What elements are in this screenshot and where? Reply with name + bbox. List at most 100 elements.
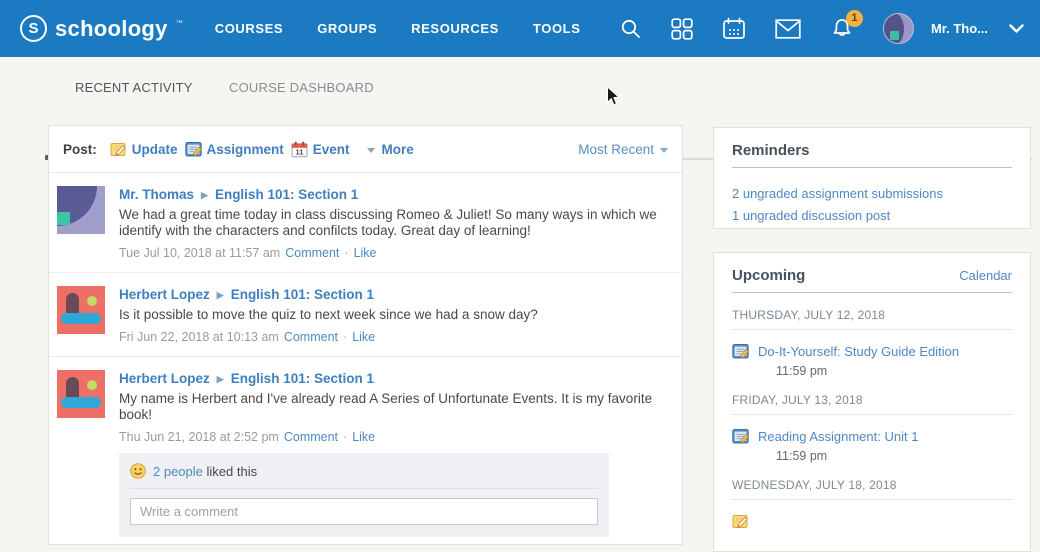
avatar-shape: [87, 380, 97, 390]
calendar-link[interactable]: Calendar: [959, 268, 1012, 283]
app-grid-icon[interactable]: [671, 18, 693, 40]
assignment-icon: [185, 141, 202, 158]
breadcrumb-arrow-icon: ▶: [201, 187, 208, 203]
nav-item-resources[interactable]: RESOURCES: [411, 21, 499, 36]
liked-by-link[interactable]: 2 people: [153, 464, 203, 479]
upcoming-item-time: 11:59 pm: [776, 364, 1012, 378]
sort-label: Most Recent: [578, 142, 654, 157]
svg-text:11: 11: [295, 147, 303, 156]
upcoming-item: [714, 513, 1030, 530]
nav-item-courses[interactable]: COURSES: [215, 21, 284, 36]
upcoming-day-header: THURSDAY, JULY 12, 2018: [714, 308, 1030, 322]
divider: [732, 414, 1012, 415]
logo-trademark: ™: [176, 20, 183, 27]
upcoming-item-link[interactable]: Do-It-Yourself: Study Guide Edition: [758, 344, 959, 359]
like-link[interactable]: Like: [352, 330, 375, 344]
post-timestamp: Fri Jun 22, 2018 at 10:13 am: [119, 330, 279, 344]
reminders-card: Reminders 2 ungraded assignment submissi…: [713, 127, 1031, 229]
composer-assignment-label[interactable]: Assignment: [207, 142, 284, 157]
post-author-link[interactable]: Herbert Lopez: [119, 287, 210, 303]
comment-link[interactable]: Comment: [284, 330, 338, 344]
comment-link[interactable]: Comment: [285, 246, 339, 260]
feed-post: Herbert Lopez ▶ English 101: Section 1 I…: [49, 273, 682, 357]
post-body: We had a great time today in class discu…: [119, 207, 667, 239]
composer-more[interactable]: More: [357, 142, 414, 157]
tab-course-dashboard[interactable]: COURSE DASHBOARD: [229, 80, 374, 95]
post-author-link[interactable]: Herbert Lopez: [119, 371, 210, 387]
event-icon: 11: [291, 141, 308, 158]
smiley-face-icon: [130, 463, 146, 479]
calendar-icon[interactable]: [722, 17, 746, 41]
breadcrumb-arrow-icon: ▶: [217, 371, 224, 387]
liked-suffix: liked this: [207, 464, 258, 479]
post-author-link[interactable]: Mr. Thomas: [119, 187, 194, 203]
search-icon[interactable]: [620, 18, 642, 40]
reminders-title: Reminders: [732, 142, 810, 159]
post-course-link[interactable]: English 101: Section 1: [215, 187, 358, 203]
likes-and-comment-section: 2 people liked this: [119, 453, 609, 537]
avatar-shape: [890, 31, 899, 40]
post-course-link[interactable]: English 101: Section 1: [231, 287, 374, 303]
upcoming-item-time: 11:59 pm: [776, 449, 1012, 463]
navbar-right: 1 Mr. Tho...: [620, 13, 1024, 44]
like-link[interactable]: Like: [354, 246, 377, 260]
nav-item-tools[interactable]: TOOLS: [533, 21, 581, 36]
upcoming-item: Reading Assignment: Unit 1 11:59 pm: [714, 428, 1030, 463]
post-timestamp: Tue Jul 10, 2018 at 11:57 am: [119, 246, 280, 260]
caret-down-icon: [367, 148, 375, 153]
avatar[interactable]: [57, 370, 105, 418]
nav-item-groups[interactable]: GROUPS: [317, 21, 377, 36]
avatar[interactable]: [57, 186, 105, 234]
chevron-down-icon[interactable]: [1009, 24, 1024, 34]
composer-event[interactable]: 11 Event: [291, 141, 350, 158]
like-link[interactable]: Like: [352, 430, 375, 444]
composer-update[interactable]: Update: [110, 141, 178, 158]
tab-recent-activity[interactable]: RECENT ACTIVITY: [75, 80, 193, 95]
divider: [732, 329, 1012, 330]
messages-icon[interactable]: [775, 19, 801, 39]
activity-feed-card: Post: Update Assignment: [48, 125, 683, 545]
comment-link[interactable]: Comment: [284, 430, 338, 444]
divider: [732, 292, 1012, 293]
reminder-ungraded-assignments-link[interactable]: 2 ungraded assignment submissions: [732, 183, 1012, 205]
divider: [732, 499, 1012, 500]
schoology-s-icon: S: [20, 15, 47, 42]
upcoming-item-link[interactable]: Reading Assignment: Unit 1: [758, 429, 918, 444]
avatar-shape: [87, 296, 97, 306]
tab-bar: RECENT ACTIVITY COURSE DASHBOARD: [0, 57, 1040, 125]
avatar-shape: [61, 397, 101, 408]
post-timestamp: Thu Jun 21, 2018 at 2:52 pm: [119, 430, 279, 444]
user-name[interactable]: Mr. Tho...: [931, 21, 988, 36]
separator: ·: [343, 330, 347, 344]
upcoming-card: Upcoming Calendar THURSDAY, JULY 12, 201…: [713, 252, 1031, 552]
breadcrumb-arrow-icon: ▶: [217, 287, 224, 303]
composer-update-label[interactable]: Update: [132, 142, 178, 157]
notification-badge[interactable]: 1: [846, 10, 863, 27]
assignment-icon: [732, 343, 749, 360]
post-label: Post:: [63, 142, 97, 157]
upcoming-item: Do-It-Yourself: Study Guide Edition 11:5…: [714, 343, 1030, 378]
notifications-bell[interactable]: 1: [830, 17, 854, 41]
comment-input[interactable]: [130, 498, 598, 525]
reminder-ungraded-discussion-link[interactable]: 1 ungraded discussion post: [732, 205, 1012, 227]
post-course-link[interactable]: English 101: Section 1: [231, 371, 374, 387]
avatar-shape: [61, 313, 101, 324]
logo-text: schoology: [55, 12, 168, 45]
sort-dropdown[interactable]: Most Recent: [578, 142, 668, 157]
separator: ·: [343, 430, 347, 444]
separator: ·: [344, 246, 348, 260]
composer-assignment[interactable]: Assignment: [185, 141, 284, 158]
feed-post: Herbert Lopez ▶ English 101: Section 1 M…: [49, 357, 682, 549]
update-icon: [732, 513, 749, 530]
post-composer: Post: Update Assignment: [49, 126, 682, 173]
avatar[interactable]: [57, 286, 105, 334]
user-avatar[interactable]: [883, 13, 914, 44]
post-body: My name is Herbert and I've already read…: [119, 391, 667, 423]
composer-more-label[interactable]: More: [382, 142, 414, 157]
schoology-logo[interactable]: S schoology ™: [20, 12, 183, 45]
composer-event-label[interactable]: Event: [313, 142, 350, 157]
upcoming-day-header: FRIDAY, JULY 13, 2018: [714, 393, 1030, 407]
mouse-cursor: [606, 86, 620, 107]
caret-down-icon: [660, 148, 668, 153]
update-icon: [110, 141, 127, 158]
